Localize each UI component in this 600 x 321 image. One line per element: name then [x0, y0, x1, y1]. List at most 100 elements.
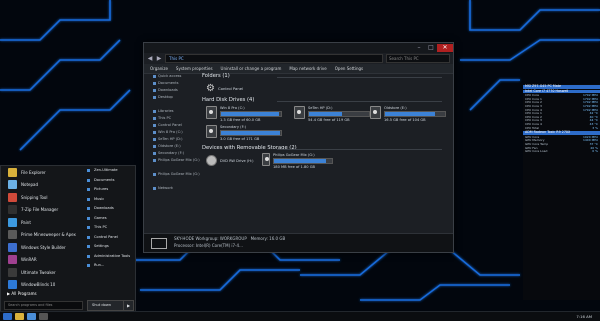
start-link-control-panel[interactable]: Control Panel — [82, 233, 135, 243]
pinned-item[interactable]: Ultimate Tweaker — [1, 266, 80, 279]
system-properties-button[interactable]: System properties — [176, 66, 213, 71]
navigation-pane: Quick access Documents Downloads Desktop… — [144, 73, 200, 233]
organize-button[interactable]: Organize — [150, 66, 168, 71]
disc-icon — [206, 155, 217, 166]
folders-group-header: Folders (1) — [202, 73, 450, 80]
maximize-icon[interactable]: □ — [425, 44, 437, 52]
pinned-item[interactable]: Prime Minesweeper & Apex — [1, 229, 80, 242]
gadget-row: GPU Core Load 0 % — [523, 149, 600, 154]
pinned-item[interactable]: File Explorer — [1, 166, 80, 179]
drive-name: SeTen HP (D:) — [308, 106, 333, 110]
pinned-item[interactable]: 7-Zip File Manager — [1, 204, 80, 217]
app-icon — [8, 180, 17, 190]
uninstall-button[interactable]: Uninstall or change a program — [221, 66, 282, 71]
nav-item[interactable]: Oldstore (E:) — [144, 143, 198, 150]
pinned-label: Windows Style Builder — [21, 244, 66, 250]
back-icon[interactable]: ◀ — [147, 55, 153, 62]
nav-item[interactable]: Documents — [144, 80, 198, 87]
start-link-settings[interactable]: Settings — [82, 242, 135, 252]
forward-icon[interactable]: ▶ — [156, 55, 162, 62]
control-panel-tile[interactable]: ⚙ Control Panel — [206, 83, 243, 94]
pinned-programs: File Explorer Notepad Snipping Tool 7-Zi… — [1, 166, 80, 291]
drive-tile[interactable]: Secondary (F:) 3.0 GB free of 171 GB — [206, 125, 282, 141]
start-link-games[interactable]: Games — [82, 214, 135, 224]
gadget-value: 3 % — [592, 125, 598, 130]
nav-item[interactable]: Desktop — [144, 94, 198, 101]
address-bar[interactable]: This PC — [165, 54, 383, 63]
taskbar-browser-icon[interactable] — [27, 313, 36, 320]
start-link-user[interactable]: Zen-Ultimate — [82, 166, 135, 176]
pinned-label: File Explorer — [21, 169, 46, 175]
nav-item[interactable]: Philips GoGear Mix (G:) — [144, 171, 200, 178]
nav-item[interactable]: Network — [144, 185, 198, 192]
start-search-input[interactable]: Search programs and files — [4, 301, 83, 310]
drive-free-text: 3.0 GB free of 171 GB — [220, 137, 260, 141]
processor-label: Processor: — [174, 243, 195, 248]
app-icon — [8, 192, 17, 202]
all-programs-button[interactable]: ▶ All Programs — [7, 291, 37, 296]
drive-free-text: 1.3 GB free of 60.0 GB — [220, 118, 261, 122]
nav-item[interactable]: SeTen HP (D:) — [144, 136, 198, 143]
drive-tile[interactable]: Win 8 Pro (C:) 1.3 GB free of 60.0 GB — [206, 106, 282, 122]
control-panel-label: Control Panel — [217, 86, 244, 91]
start-link-music[interactable]: Music — [82, 195, 135, 205]
shutdown-options-icon[interactable]: ▶ — [123, 300, 134, 311]
workgroup-value: WORKGROUP — [219, 236, 247, 241]
nav-item[interactable]: Win 8 Pro (C:) — [144, 129, 198, 136]
pinned-item[interactable]: WindowBlinds 10 — [1, 279, 80, 292]
window-titlebar: – □ ✕ — [144, 43, 453, 53]
app-icon — [8, 167, 17, 177]
start-link-run[interactable]: Run... — [82, 261, 135, 271]
app-icon — [8, 242, 17, 252]
map-drive-button[interactable]: Map network drive — [289, 66, 326, 71]
start-link-downloads[interactable]: Downloads — [82, 204, 135, 214]
start-link-this-pc[interactable]: This PC — [82, 223, 135, 233]
minimize-icon[interactable]: – — [413, 44, 425, 52]
pinned-item[interactable]: Notepad — [1, 179, 80, 192]
start-link-admin-tools[interactable]: Administrative Tools — [82, 252, 135, 262]
computer-icon — [151, 238, 167, 249]
pinned-label: WinRAR — [21, 257, 37, 263]
workgroup-label: Workgroup: — [195, 236, 219, 241]
dvd-drive-tile[interactable]: DVD RW Drive (H:) — [206, 155, 254, 166]
drive-name: Philips GoGear Mix (G:) — [273, 153, 315, 157]
pinned-item[interactable]: WinRAR — [1, 254, 80, 267]
hard-drive-icon — [206, 125, 217, 138]
dvd-drive-label: DVD RW Drive (H:) — [220, 158, 254, 163]
search-input[interactable]: Search This PC — [386, 54, 450, 63]
nav-item[interactable]: Philips GoGear Mix (G:) — [144, 157, 200, 164]
close-icon[interactable]: ✕ — [437, 44, 453, 52]
memory-value: 16.0 GB — [269, 236, 286, 241]
drive-usage-bar — [384, 111, 446, 117]
start-link-documents[interactable]: Documents — [82, 176, 135, 186]
nav-item[interactable]: Control Panel — [144, 122, 198, 129]
app-icon — [8, 217, 17, 227]
pinned-item[interactable]: Paint — [1, 216, 80, 229]
drive-usage-bar — [273, 158, 333, 164]
taskbar-app-icon[interactable] — [39, 313, 48, 320]
nav-item[interactable]: Secondary (F:) — [144, 150, 198, 157]
hard-drive-icon — [294, 106, 305, 119]
shutdown-button[interactable]: Shut down — [87, 300, 127, 311]
processor-value: Intel(R) Core(TM) i7-4... — [195, 243, 243, 248]
nav-item[interactable]: Libraries — [144, 108, 198, 115]
taskbar-explorer-icon[interactable] — [15, 313, 24, 320]
drive-tile[interactable]: Oldstore (E:) 16.5 GB free of 104 GB — [370, 106, 446, 122]
start-link-pictures[interactable]: Pictures — [82, 185, 135, 195]
start-menu: File Explorer Notepad Snipping Tool 7-Zi… — [0, 165, 136, 314]
pinned-item[interactable]: Windows Style Builder — [1, 241, 80, 254]
pinned-label: Snipping Tool — [21, 194, 48, 200]
start-button-icon[interactable] — [3, 313, 12, 320]
nav-item[interactable]: This PC — [144, 115, 198, 122]
details-pane: SKY-HODE Workgroup: WORKGROUP Memory: 16… — [144, 233, 453, 252]
taskbar-clock: 7:16 AM — [576, 314, 592, 319]
pinned-item[interactable]: Snipping Tool — [1, 191, 80, 204]
taskbar: 7:16 AM — [0, 311, 600, 321]
drive-tile[interactable]: SeTen HP (D:) 54.4 GB free of 119 GB — [294, 106, 370, 122]
open-settings-button[interactable]: Open Settings — [335, 66, 363, 71]
app-icon — [8, 255, 17, 265]
philips-drive-tile[interactable]: Philips GoGear Mix (G:) 180 MB free of 1.… — [262, 153, 333, 169]
pinned-label: Notepad — [21, 182, 38, 188]
nav-item[interactable]: Downloads — [144, 87, 198, 94]
nav-item[interactable]: Quick access — [144, 73, 198, 80]
